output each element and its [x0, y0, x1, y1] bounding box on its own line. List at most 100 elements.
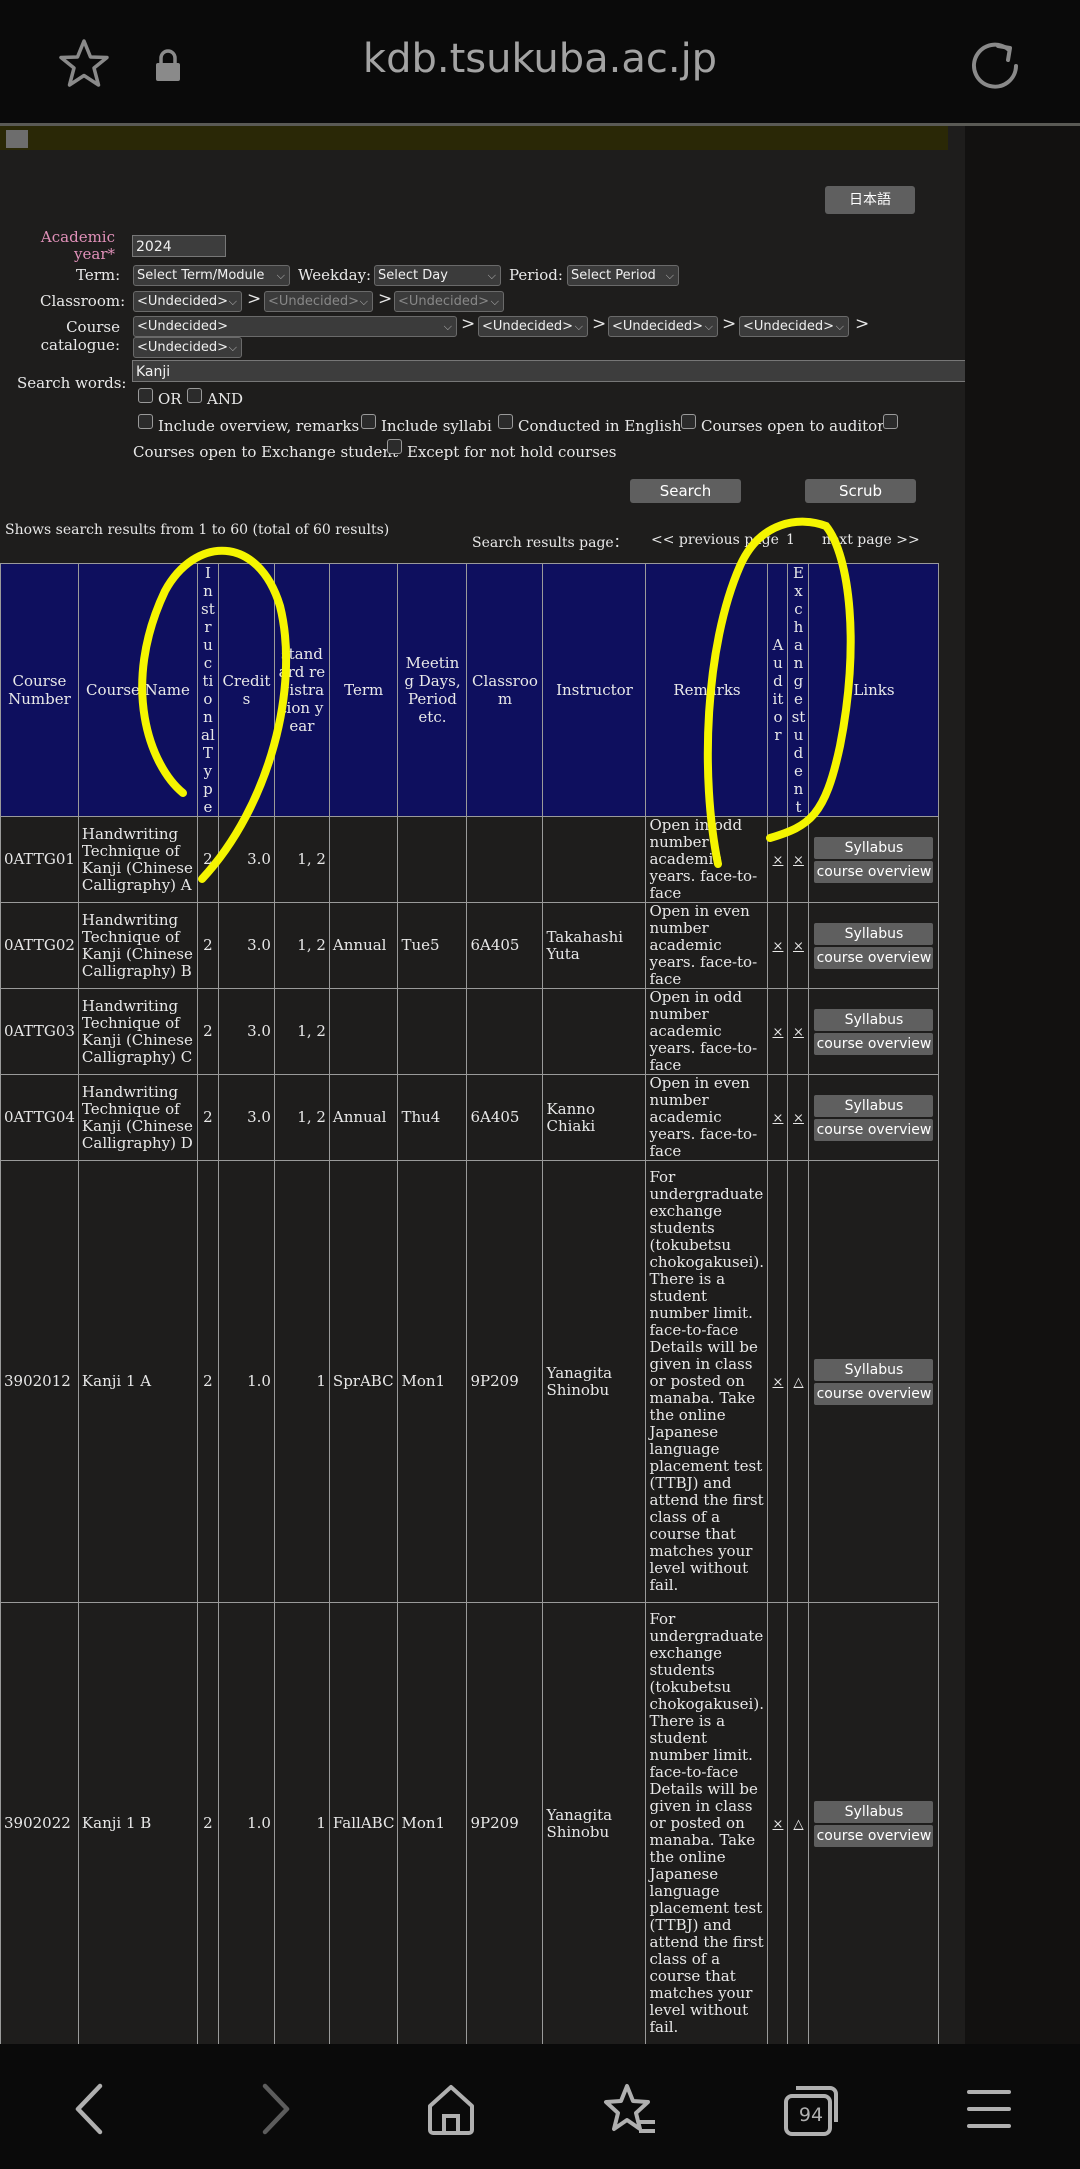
meeting-cell: Tue5: [397, 902, 468, 989]
course-overview-button[interactable]: course overview: [814, 1382, 934, 1405]
course-catalogue-label: Course catalogue:: [40, 318, 120, 354]
overview-checkbox[interactable]: [138, 414, 153, 429]
instructional-type-cell: 2: [196, 1160, 219, 1603]
links-cell: Syllabus course overview: [808, 988, 940, 1075]
syllabus-button[interactable]: Syllabus: [814, 1094, 934, 1117]
standard-year-cell: 1: [273, 1602, 330, 2044]
menu-icon[interactable]: [965, 2086, 1013, 2132]
menu-square-icon[interactable]: [6, 130, 28, 148]
period-select[interactable]: Select Period ⌵: [567, 265, 679, 286]
chevron-down-icon: ⌵: [443, 320, 452, 333]
links-cell: Syllabus course overview: [808, 1074, 940, 1161]
col-remarks[interactable]: Remarks: [645, 563, 769, 817]
catalogue-select-4[interactable]: <Undecided> ⌵: [739, 316, 849, 337]
bookmarks-icon[interactable]: [603, 2082, 659, 2138]
term-cell-text: Annual: [332, 936, 387, 954]
col-auditor[interactable]: Auditor: [767, 563, 789, 817]
home-icon[interactable]: [425, 2082, 477, 2136]
tab-count: 94: [798, 2104, 824, 2126]
col-instructor[interactable]: Instructor: [542, 563, 647, 817]
previous-page-link[interactable]: << previous page: [651, 532, 779, 548]
classroom-select-3[interactable]: <Undecided> ⌵: [394, 291, 504, 312]
credits-cell: 3.0: [217, 1074, 275, 1161]
catalogue-select-4-value: <Undecided>: [743, 319, 835, 334]
catalogue-select-3[interactable]: <Undecided> ⌵: [608, 316, 718, 337]
exchange-checkbox[interactable]: [883, 414, 898, 429]
term-cell: FallABC: [328, 1602, 399, 2044]
classroom-label: Classroom:: [40, 292, 126, 310]
credits-cell-text: 3.0: [247, 1108, 271, 1126]
forward-icon[interactable]: [255, 2082, 295, 2136]
credits-cell-text: 1.0: [247, 1814, 271, 1832]
back-icon[interactable]: [70, 2082, 110, 2136]
search-button[interactable]: Search: [630, 479, 741, 503]
col-standard-year[interactable]: standard registration year: [273, 563, 330, 817]
course-name-cell-text: Kanji 1 A: [81, 1372, 152, 1390]
col-classroom[interactable]: Classroom: [466, 563, 544, 817]
instructional-type-cell: 2: [196, 988, 219, 1075]
syllabus-button[interactable]: Syllabus: [814, 1800, 934, 1823]
browser-top-bar: kdb.tsukuba.ac.jp: [0, 0, 1080, 125]
remarks-cell: For undergraduate exchange students (tok…: [645, 1160, 769, 1603]
meeting-cell: Thu4: [397, 1074, 468, 1161]
address-bar-url[interactable]: kdb.tsukuba.ac.jp: [0, 36, 1080, 82]
catalogue-select-1[interactable]: <Undecided> ⌵: [133, 316, 457, 337]
auditor-checkbox[interactable]: [681, 414, 696, 429]
standard-year-cell: 1, 2: [273, 988, 330, 1075]
auditor-cell-text: ×: [772, 1110, 784, 1126]
col-course-name[interactable]: Course Name: [77, 563, 198, 817]
reload-icon[interactable]: [968, 38, 1022, 92]
next-page-link[interactable]: next page >>: [822, 532, 920, 548]
catalogue-select-5[interactable]: <Undecided> ⌵: [133, 337, 242, 358]
classroom-select-1[interactable]: <Undecided> ⌵: [133, 291, 242, 312]
classroom-select-2[interactable]: <Undecided> ⌵: [264, 291, 373, 312]
exchange-cell: ×: [787, 988, 810, 1075]
auditor-cell-text: ×: [772, 1816, 784, 1832]
col-meeting[interactable]: Meeting Days,Period etc.: [397, 563, 468, 817]
syllabi-label: Include syllabi: [381, 417, 492, 435]
syllabus-button[interactable]: Syllabus: [814, 836, 934, 859]
catalogue-select-2[interactable]: <Undecided> ⌵: [478, 316, 588, 337]
course-overview-button[interactable]: course overview: [814, 1032, 934, 1055]
instructor-cell-text: Kanno Chiaki: [546, 1099, 596, 1135]
course-overview-button[interactable]: course overview: [814, 860, 934, 883]
english-checkbox[interactable]: [498, 414, 513, 429]
classroom-cell: 6A405: [466, 902, 544, 989]
col-course-number[interactable]: Course Number: [0, 563, 79, 817]
course-overview-button[interactable]: course overview: [814, 1118, 934, 1141]
language-japanese-button[interactable]: 日本語: [825, 186, 915, 214]
col-credits[interactable]: Credits: [217, 563, 275, 817]
except-checkbox[interactable]: [387, 439, 402, 454]
except-label: Except for not hold courses: [407, 443, 617, 461]
page-right-margin: [965, 126, 1080, 2044]
academic-year-input[interactable]: 2024: [132, 235, 226, 257]
col-exchange-student[interactable]: Exchangestudent: [787, 563, 810, 817]
scrub-button[interactable]: Scrub: [805, 479, 916, 503]
exchange-cell-text: ×: [793, 852, 804, 868]
course-overview-button[interactable]: course overview: [814, 1824, 934, 1847]
weekday-select[interactable]: Select Day ⌵: [374, 265, 501, 286]
remarks-cell-text: Open in even number academic years. face…: [649, 902, 758, 988]
instructor-cell: Yanagita Shinobu: [542, 1160, 647, 1603]
search-words-input[interactable]: Kanji: [132, 360, 965, 382]
term-select[interactable]: Select Term/Module ⌵: [133, 265, 290, 286]
col-instructional-type[interactable]: Instructional Type: [196, 563, 219, 817]
classroom-select-2-value: <Undecided>: [268, 294, 360, 309]
separator-gt: >: [378, 289, 393, 309]
academic-year-label: Academic year*: [40, 228, 115, 263]
syllabus-button[interactable]: Syllabus: [814, 1358, 934, 1381]
meeting-cell-text: Thu4: [401, 1108, 441, 1126]
course-number-cell: 0ATTG03: [0, 988, 79, 1075]
or-checkbox[interactable]: [138, 388, 153, 403]
instructional-type-cell-text: 2: [203, 1814, 213, 1832]
col-term[interactable]: Term: [328, 563, 399, 817]
syllabi-checkbox[interactable]: [361, 414, 376, 429]
and-checkbox[interactable]: [187, 388, 202, 403]
syllabus-button[interactable]: Syllabus: [814, 1008, 934, 1031]
links-cell: Syllabus course overview: [808, 1602, 940, 2044]
course-overview-button[interactable]: course overview: [814, 946, 934, 969]
remarks-cell-text: Open in odd number academic years. face-…: [649, 816, 758, 902]
browser-bottom-bar: 94: [0, 2044, 1080, 2169]
syllabus-button[interactable]: Syllabus: [814, 922, 934, 945]
chevron-down-icon: ⌵: [487, 269, 496, 282]
